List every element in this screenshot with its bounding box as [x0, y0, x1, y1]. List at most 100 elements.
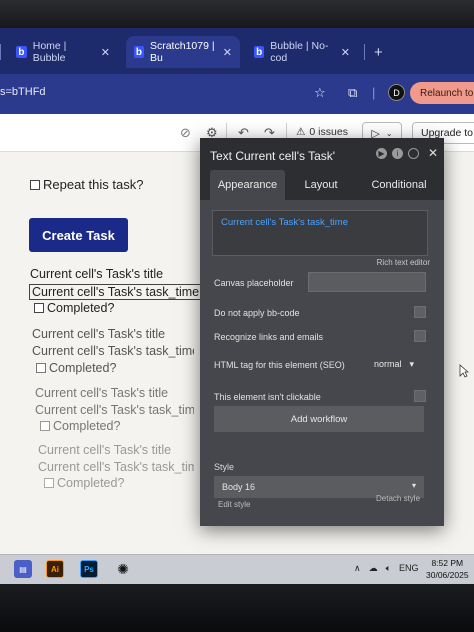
text-content-editor[interactable]: Current cell's Task's task_time	[212, 210, 428, 256]
bubble-logo-icon: b	[254, 46, 265, 58]
completed-checkbox[interactable]: Completed?	[44, 476, 124, 490]
appearance-tab-body: Current cell's Task's task_time Rich tex…	[200, 200, 444, 526]
not-clickable-checkbox[interactable]	[414, 390, 426, 402]
repeat-task-label: Repeat this task?	[43, 177, 144, 192]
tab-appearance[interactable]: Appearance	[210, 170, 285, 200]
completed-label: Completed?	[53, 419, 121, 433]
play-circle-icon[interactable]: ▶	[376, 148, 387, 159]
completed-label: Completed?	[57, 476, 125, 490]
seo-tag-select[interactable]: normal ▾	[374, 359, 414, 370]
file-explorer-icon[interactable]: ▤	[14, 560, 32, 578]
chatgpt-icon[interactable]: ✺	[114, 560, 132, 578]
completed-checkbox[interactable]: Completed?	[36, 361, 116, 375]
relaunch-button[interactable]: Relaunch to u	[410, 82, 474, 104]
bbcode-checkbox[interactable]	[414, 306, 426, 318]
system-tray: ∧ ☁ 🔈︎ ENG	[354, 563, 419, 574]
recognize-links-label: Recognize links and emails	[214, 332, 324, 342]
issues-label: 0 issues	[309, 126, 348, 138]
checkbox-box[interactable]	[30, 179, 40, 190]
tab-label: Bubble | No-cod	[270, 40, 329, 64]
tab-separator	[0, 44, 1, 60]
url-input[interactable]: s=bTHFd	[0, 86, 46, 98]
seo-tag-value: normal	[374, 359, 402, 369]
chevron-down-icon: ▾	[409, 359, 415, 369]
rich-text-editor-link[interactable]: Rich text editor	[377, 258, 430, 267]
task-title-text[interactable]: Current cell's Task's title	[35, 386, 168, 400]
check-circle-icon[interactable]: ⊘	[180, 125, 191, 141]
task-time-text[interactable]: Current cell's Task's task_time	[32, 344, 194, 358]
tab-label: Home | Bubble	[32, 40, 67, 64]
recognize-links-checkbox[interactable]	[414, 330, 426, 342]
clock-date: 30/06/2025	[426, 570, 469, 580]
browser-tab-strip: b Home | Bubble ✕ b Scratch1079 | Bu ✕ b…	[0, 28, 474, 74]
task-title-text[interactable]: Current cell's Task's title	[38, 443, 171, 457]
canvas-placeholder-label: Canvas placeholder	[214, 278, 294, 288]
warning-icon: ⚠	[296, 126, 306, 138]
info-icon[interactable]: i	[392, 148, 403, 159]
comment-icon[interactable]	[408, 148, 419, 159]
style-label: Style	[214, 462, 235, 472]
checkbox-box[interactable]	[44, 478, 54, 488]
new-tab-plus-icon[interactable]: +	[366, 36, 390, 68]
completed-checkbox[interactable]: Completed?	[40, 419, 120, 433]
clock[interactable]: 8:52 PM 30/06/2025	[426, 557, 469, 581]
chevron-up-icon[interactable]: ∧	[354, 563, 361, 574]
task-time-text[interactable]: Current cell's Task's task_time	[35, 403, 194, 417]
bubble-logo-icon: b	[16, 46, 27, 58]
detach-style-link[interactable]: Detach style	[376, 494, 420, 503]
chevron-down-icon: ▾	[411, 481, 416, 490]
close-icon[interactable]: ✕	[428, 146, 438, 160]
tab-bubble-nocode[interactable]: b Bubble | No-cod ✕	[246, 36, 358, 68]
completed-checkbox[interactable]: Completed?	[34, 301, 114, 315]
task-time-text-selected[interactable]: Current cell's Task's task_time	[29, 284, 205, 300]
divider-icon: |	[372, 85, 376, 100]
panel-title: Text Current cell's Task'	[210, 149, 336, 163]
task-title-text[interactable]: Current cell's Task's title	[32, 327, 165, 341]
mouse-cursor-icon	[459, 364, 469, 378]
edit-style-link[interactable]: Edit style	[218, 500, 250, 509]
checkbox-box[interactable]	[34, 303, 44, 313]
style-value: Body 16	[222, 482, 256, 492]
illustrator-icon[interactable]: Ai	[46, 560, 64, 578]
completed-label: Completed?	[47, 301, 115, 315]
tab-separator	[364, 44, 365, 60]
clock-time: 8:52 PM	[431, 558, 464, 568]
canvas-placeholder-input[interactable]	[308, 272, 426, 292]
create-task-button[interactable]: Create Task	[29, 218, 128, 252]
tab-layout[interactable]: Layout	[295, 170, 347, 200]
close-icon[interactable]: ✕	[223, 46, 232, 59]
panel-header[interactable]: Text Current cell's Task' ▶ i ✕	[200, 138, 444, 170]
completed-label: Completed?	[49, 361, 117, 375]
property-editor-panel: Text Current cell's Task' ▶ i ✕ Appearan…	[200, 138, 444, 526]
monitor-bezel-bottom	[0, 584, 474, 632]
panel-tabs: Appearance Layout Conditional	[200, 170, 444, 200]
address-bar: s=bTHFd ☆ ⧉ | D Relaunch to u	[0, 74, 474, 114]
not-clickable-label: This element isn't clickable	[214, 392, 321, 402]
task-title-text[interactable]: Current cell's Task's title	[30, 267, 163, 281]
os-taskbar: ▤ Ai Ps ✺ ∧ ☁ 🔈︎ ENG 8:52 PM 30/06/2025	[0, 554, 474, 584]
photoshop-icon[interactable]: Ps	[80, 560, 98, 578]
language-indicator[interactable]: ENG	[399, 563, 419, 574]
checkbox-box[interactable]	[36, 363, 46, 373]
star-bookmark-icon[interactable]: ☆	[314, 85, 326, 101]
tab-conditional[interactable]: Conditional	[360, 170, 438, 200]
checkbox-box[interactable]	[40, 421, 50, 431]
close-icon[interactable]: ✕	[101, 46, 110, 59]
tab-scratch1079[interactable]: b Scratch1079 | Bu ✕	[126, 36, 240, 68]
task-time-text[interactable]: Current cell's Task's task_time	[38, 460, 194, 474]
extensions-icon[interactable]: ⧉	[348, 85, 357, 101]
bbcode-label: Do not apply bb-code	[214, 308, 300, 318]
issues-indicator[interactable]: ⚠ 0 issues	[296, 126, 348, 138]
tab-label: Scratch1079 | Bu	[149, 40, 215, 64]
repeat-task-checkbox[interactable]: Repeat this task?	[30, 177, 143, 192]
bubble-logo-icon: b	[134, 46, 144, 58]
network-icon[interactable]: ☁	[369, 563, 378, 574]
seo-tag-label: HTML tag for this element (SEO)	[214, 360, 345, 370]
chevron-down-icon: ⌄	[385, 128, 393, 138]
add-workflow-button[interactable]: Add workflow	[214, 406, 424, 432]
profile-avatar[interactable]: D	[388, 84, 405, 101]
tab-home-bubble[interactable]: b Home | Bubble ✕	[8, 36, 118, 68]
close-icon[interactable]: ✕	[341, 46, 350, 59]
volume-icon[interactable]: 🔈︎	[386, 563, 391, 574]
monitor-bezel-top	[0, 0, 474, 30]
